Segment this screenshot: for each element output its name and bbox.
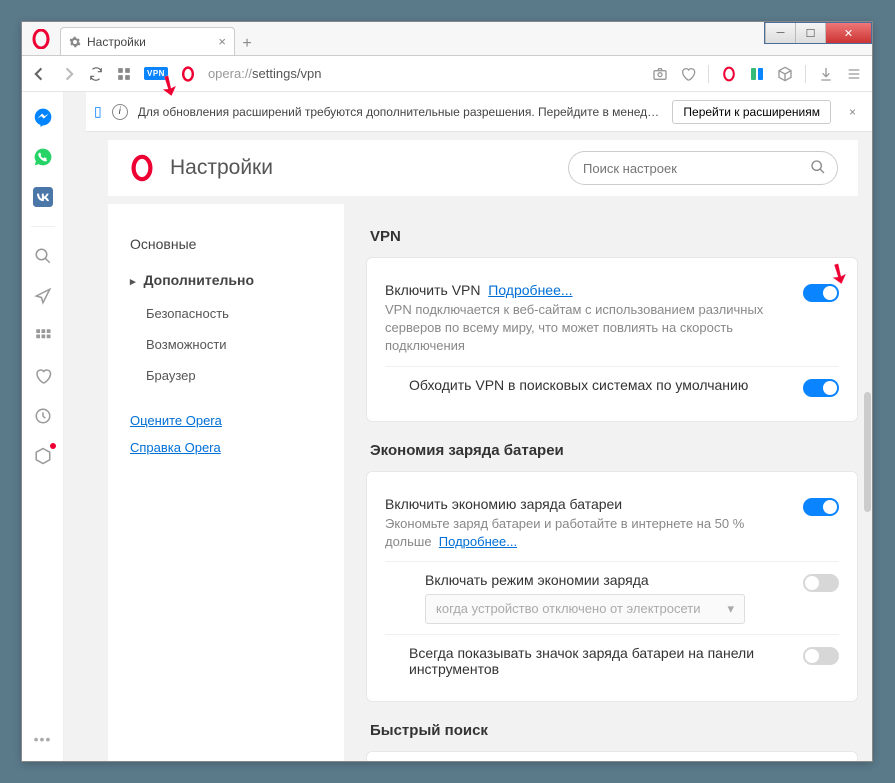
settings-main: VPN Включить VPN Подробнее... VPN подклю… [348, 204, 858, 761]
quick-search-card: Включить Быстрый поиск [366, 751, 858, 761]
extension-notice-bar: ▯ i Для обновления расширений требуются … [86, 92, 872, 132]
heart-icon[interactable] [680, 66, 696, 82]
vpn-enable-desc: VPN подключается к веб-сайтам с использо… [385, 301, 775, 356]
sidebar-more-button[interactable]: ••• [34, 731, 52, 747]
tab-title: Настройки [87, 35, 146, 49]
settings-search-input[interactable] [568, 151, 838, 185]
maximize-button[interactable]: ☐ [795, 23, 825, 43]
vpn-enable-label: Включить VPN [385, 282, 480, 298]
section-search: Быстрый поиск [370, 722, 858, 739]
settings-header: Настройки [108, 140, 858, 196]
battery-enable-label: Включить экономию заряда батареи [385, 496, 791, 512]
battery-mode-label: Включать режим экономии заряда [425, 572, 791, 588]
messenger-icon[interactable] [32, 106, 54, 128]
reload-button[interactable] [88, 66, 104, 82]
speed-dial-button[interactable] [116, 66, 132, 82]
nav-security[interactable]: Безопасность [130, 298, 344, 329]
opera-icon [128, 154, 156, 182]
url-field[interactable]: opera://settings/vpn [208, 66, 640, 81]
scrollbar-thumb[interactable] [864, 392, 871, 512]
vpn-toggle[interactable] [803, 284, 839, 302]
sidebar: ••• [22, 92, 64, 761]
section-vpn: VPN [370, 228, 858, 245]
battery-icon-toggle[interactable] [803, 647, 839, 665]
address-bar: VPN opera://settings/vpn [22, 56, 872, 92]
tab-settings[interactable]: Настройки × [60, 27, 235, 55]
opera-icon [31, 29, 51, 49]
search-icon [810, 159, 826, 175]
gear-icon [69, 36, 81, 48]
nav-features[interactable]: Возможности [130, 329, 344, 360]
history-icon[interactable] [32, 405, 54, 427]
personal-news-icon[interactable] [32, 285, 54, 307]
extensions-icon[interactable] [32, 445, 54, 467]
opera-menu-button[interactable] [31, 29, 51, 49]
battery-mode-select[interactable]: когда устройство отключено от электросет… [425, 594, 745, 624]
tab-strip: Настройки × + [22, 22, 872, 56]
speed-dial-icon[interactable] [32, 325, 54, 347]
easy-setup-icon[interactable] [846, 66, 862, 82]
download-icon[interactable] [818, 66, 834, 82]
divider [805, 65, 806, 83]
vk-icon[interactable] [32, 186, 54, 208]
info-icon: i [112, 104, 128, 120]
reader-icon[interactable]: ▯ [94, 103, 102, 120]
opera-profile-icon[interactable] [721, 66, 737, 82]
vpn-badge[interactable]: VPN [144, 67, 168, 80]
extension-cube-icon[interactable] [777, 66, 793, 82]
extension-notice-text: Для обновления расширений требуются допо… [138, 105, 663, 119]
nav-browser[interactable]: Браузер [130, 360, 344, 391]
chevron-down-icon: ▾ [727, 601, 734, 617]
battery-card: Включить экономию заряда батареи Экономь… [366, 471, 858, 702]
whatsapp-icon[interactable] [32, 146, 54, 168]
divider [31, 226, 55, 227]
vpn-card: Включить VPN Подробнее... VPN подключает… [366, 257, 858, 422]
section-battery: Экономия заряда батареи [370, 442, 858, 459]
opera-icon [180, 66, 196, 82]
back-button[interactable] [32, 66, 48, 82]
go-to-extensions-button[interactable]: Перейти к расширениям [672, 100, 831, 124]
close-tab-button[interactable]: × [218, 34, 226, 49]
battery-learn-more-link[interactable]: Подробнее... [439, 534, 517, 549]
battery-mode-toggle[interactable] [803, 574, 839, 592]
help-opera-link[interactable]: Справка Opera [130, 440, 344, 455]
vpn-learn-more-link[interactable]: Подробнее... [488, 282, 572, 298]
forward-button[interactable] [60, 66, 76, 82]
nav-advanced[interactable]: Дополнительно [130, 262, 344, 298]
dismiss-notice-button[interactable]: × [841, 105, 864, 119]
battery-icon-label: Всегда показывать значок заряда батареи … [409, 645, 769, 677]
page-title: Настройки [170, 156, 273, 180]
window-controls: ─ ☐ ✕ [764, 22, 872, 44]
battery-toggle[interactable] [803, 498, 839, 516]
minimize-button[interactable]: ─ [765, 23, 795, 43]
search-icon[interactable] [32, 245, 54, 267]
bookmarks-icon[interactable] [32, 365, 54, 387]
rate-opera-link[interactable]: Оцените Opera [130, 413, 344, 428]
snapshot-icon[interactable] [652, 66, 668, 82]
close-window-button[interactable]: ✕ [825, 23, 871, 43]
nav-basic[interactable]: Основные [130, 226, 344, 262]
new-tab-button[interactable]: + [235, 33, 259, 55]
extension-icon[interactable] [749, 66, 765, 82]
divider [708, 65, 709, 83]
settings-nav: Основные Дополнительно Безопасность Возм… [108, 204, 344, 761]
vpn-bypass-label: Обходить VPN в поисковых системах по умо… [409, 377, 791, 393]
vpn-bypass-toggle[interactable] [803, 379, 839, 397]
